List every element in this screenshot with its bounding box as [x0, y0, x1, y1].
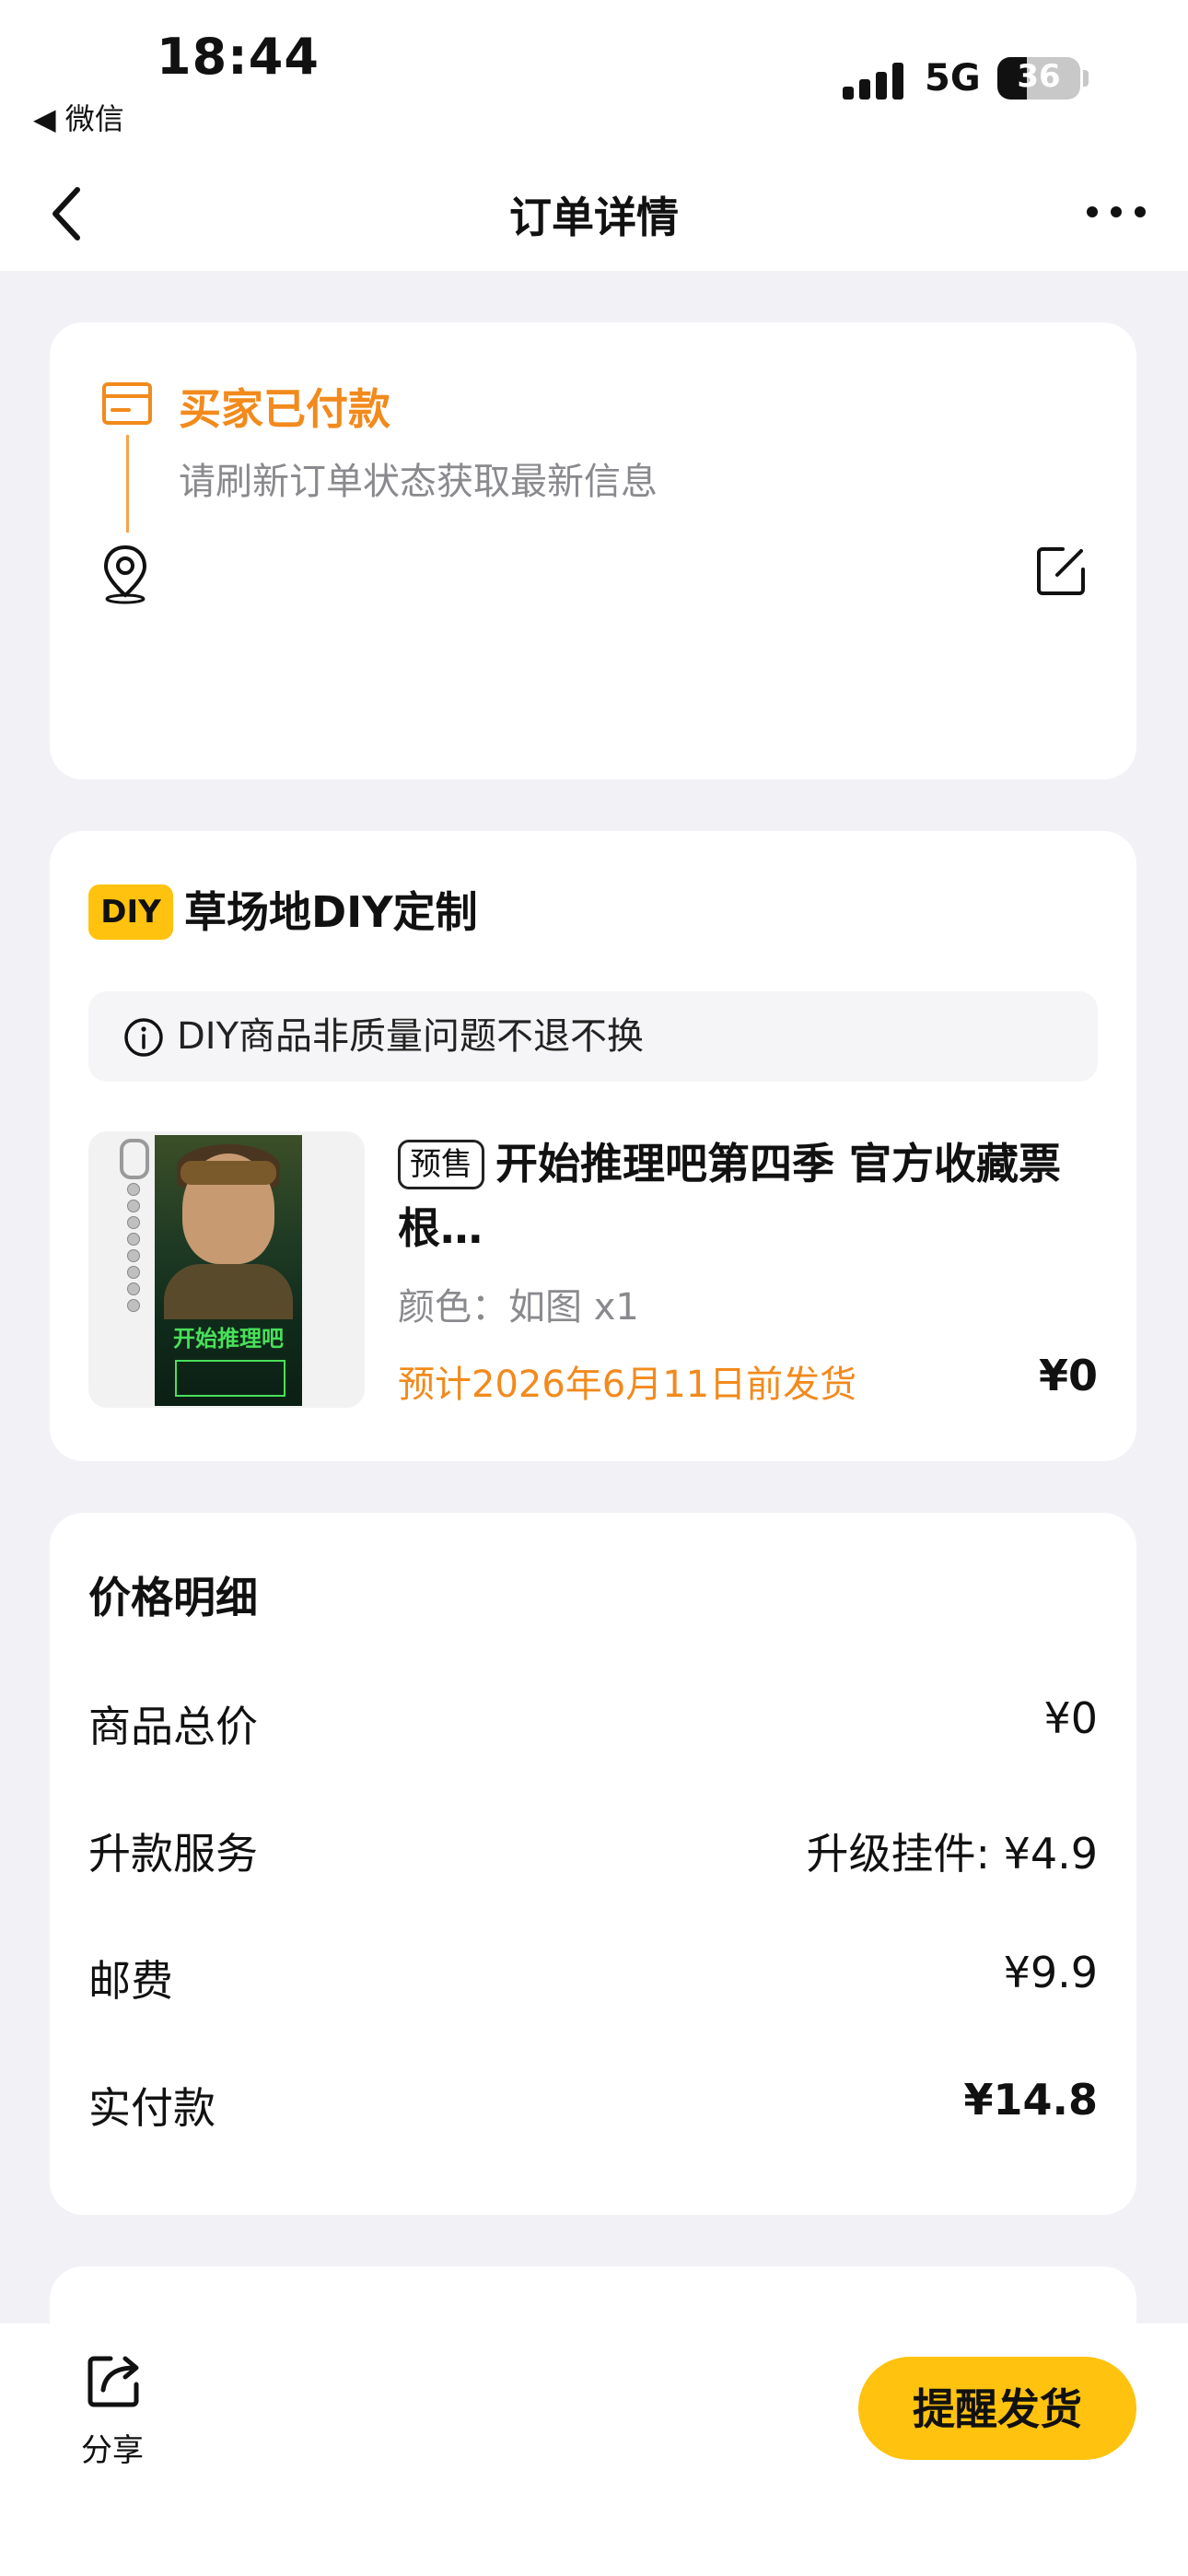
payment-card-icon [102, 382, 152, 425]
shop-badge: DIY [88, 884, 173, 940]
battery-icon: 36 [997, 57, 1080, 100]
price-detail-card: 价格明细 商品总价 ¥0 升款服务 升级挂件: ¥4.9 邮费 ¥9.9 实付款… [50, 1513, 1136, 2215]
status-bar: 18:44 ◀ 微信 5G 36 [0, 0, 1188, 157]
product-price: ¥0 [1038, 1351, 1098, 1400]
info-icon [124, 1018, 163, 1057]
notice-text: DIY商品非质量问题不退不换 [177, 1015, 645, 1058]
total-paid-label: 实付款 [88, 2083, 215, 2133]
nav-bar: 订单详情 [0, 157, 1188, 271]
product-title[interactable]: 预售 开始推理吧第四季 官方收藏票根… [398, 1131, 1107, 1260]
back-to-app-link[interactable]: ◀ 微信 [33, 96, 124, 138]
location-pin-icon [103, 544, 147, 604]
keychain-image-part [116, 1139, 153, 1334]
cellular-signal-icon [843, 61, 907, 100]
edit-address-icon[interactable] [1033, 544, 1089, 599]
status-time: 18:44 [157, 28, 320, 86]
return-policy-notice: DIY商品非质量问题不退不换 [88, 991, 1098, 1082]
estimated-ship-date: 预计2026年6月11日前发货 [398, 1364, 857, 1406]
price-row-label: 商品总价 [88, 1702, 258, 1751]
ticket-stub-image: 开始推理吧 [155, 1135, 302, 1406]
total-paid-value: ¥14.8 [963, 2075, 1098, 2125]
status-timeline-line [126, 435, 129, 533]
ticket-logo-text: 开始推理吧 [173, 1326, 284, 1352]
price-row-label: 升款服务 [88, 1829, 258, 1879]
battery-level: 36 [1017, 58, 1061, 95]
product-spec: 颜色：如图 x1 [398, 1286, 639, 1329]
order-status-title: 买家已付款 [179, 384, 390, 434]
order-status-subtitle: 请刷新订单状态获取最新信息 [179, 461, 658, 503]
bottom-action-bar: 分享 提醒发货 [0, 2324, 1188, 2576]
product-card: DIY 草场地DIY定制 DIY商品非质量问题不退不换 开始推理吧 预售 开始推理… [50, 831, 1136, 1461]
price-row-value: ¥0 [1043, 1693, 1098, 1743]
order-status-card: 买家已付款 请刷新订单状态获取最新信息 [50, 322, 1136, 779]
product-image[interactable]: 开始推理吧 [88, 1131, 365, 1408]
product-title-text: 开始推理吧第四季 官方收藏票根… [398, 1139, 1062, 1253]
price-row-label: 邮费 [88, 1956, 173, 2006]
price-detail-title: 价格明细 [88, 1573, 258, 1622]
share-icon[interactable] [85, 2351, 144, 2410]
battery-cap [1083, 70, 1089, 87]
more-options-icon[interactable] [1087, 203, 1151, 225]
remind-shipping-button[interactable]: 提醒发货 [858, 2357, 1136, 2460]
page-title: 订单详情 [509, 193, 679, 242]
share-label[interactable]: 分享 [81, 2425, 144, 2470]
price-row-value: 升级挂件: ¥4.9 [806, 1829, 1098, 1879]
shop-name[interactable]: 草场地DIY定制 [184, 884, 478, 940]
network-type: 5G [925, 57, 981, 100]
presale-tag: 预售 [398, 1140, 484, 1189]
price-row-value: ¥9.9 [1003, 1948, 1098, 1997]
